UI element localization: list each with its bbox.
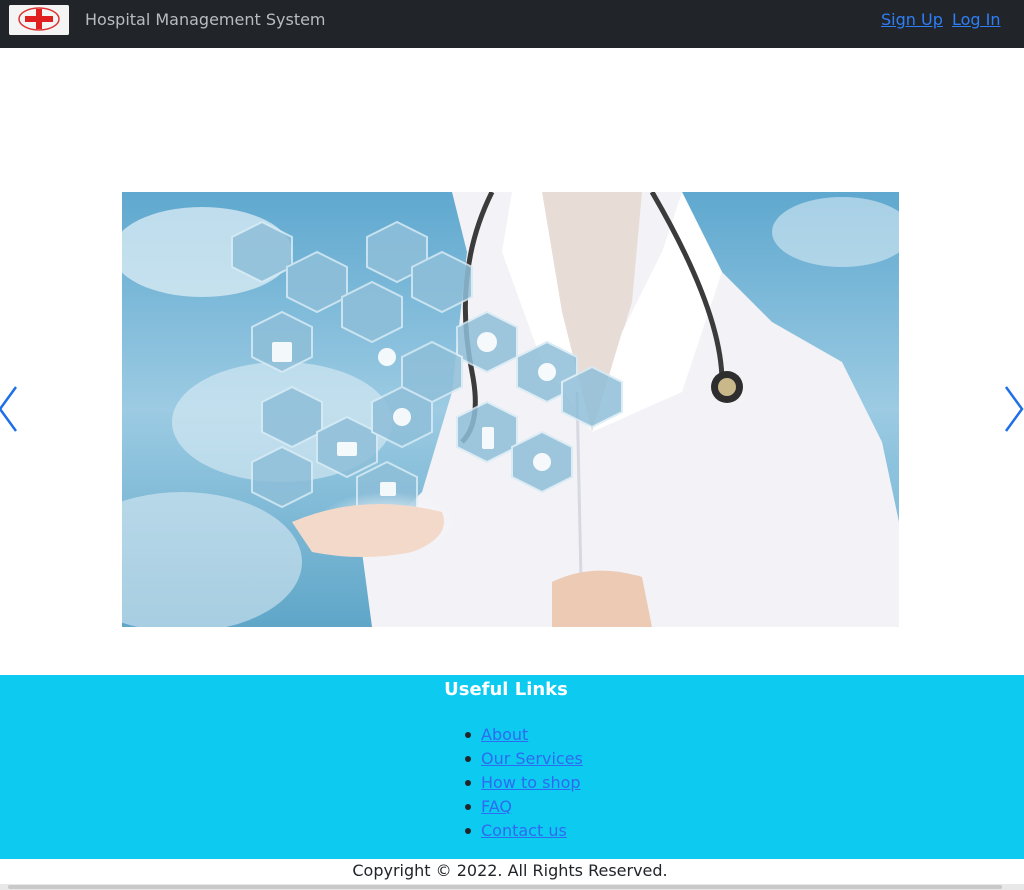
carousel-prev-button[interactable] xyxy=(0,384,26,434)
brand-title[interactable]: Hospital Management System xyxy=(85,11,326,29)
faq-link[interactable]: FAQ xyxy=(481,797,512,816)
scrollbar-thumb[interactable] xyxy=(8,885,1002,889)
doctor-with-medical-icons-image xyxy=(122,192,899,627)
footer: Copyright © 2022. All Rights Reserved. xyxy=(0,859,1024,885)
list-item: Our Services xyxy=(465,748,583,772)
top-navbar: Hospital Management System Sign Up Log I… xyxy=(0,0,1024,48)
hero-carousel xyxy=(0,48,1024,675)
chevron-right-icon xyxy=(1004,386,1024,432)
list-item: FAQ xyxy=(465,796,583,820)
our-services-link[interactable]: Our Services xyxy=(481,749,583,768)
horizontal-scrollbar[interactable] xyxy=(0,884,1024,890)
copyright-text: Copyright © 2022. All Rights Reserved. xyxy=(352,861,668,880)
about-link[interactable]: About xyxy=(481,725,528,744)
useful-links-title: Useful Links xyxy=(444,679,568,700)
list-item: Contact us xyxy=(465,820,583,844)
contact-us-link[interactable]: Contact us xyxy=(481,821,567,840)
list-item: How to shop xyxy=(465,772,583,796)
chevron-left-icon xyxy=(0,386,18,432)
log-in-link[interactable]: Log In xyxy=(952,11,1001,29)
list-item: About xyxy=(465,724,583,748)
useful-links-list: About Our Services How to shop FAQ Conta… xyxy=(465,724,583,844)
how-to-shop-link[interactable]: How to shop xyxy=(481,773,581,792)
sign-up-link[interactable]: Sign Up xyxy=(881,11,943,29)
carousel-next-button[interactable] xyxy=(1000,384,1024,434)
useful-links-section: Useful Links About Our Services How to s… xyxy=(0,675,1024,859)
red-cross-logo-icon[interactable] xyxy=(9,5,69,35)
